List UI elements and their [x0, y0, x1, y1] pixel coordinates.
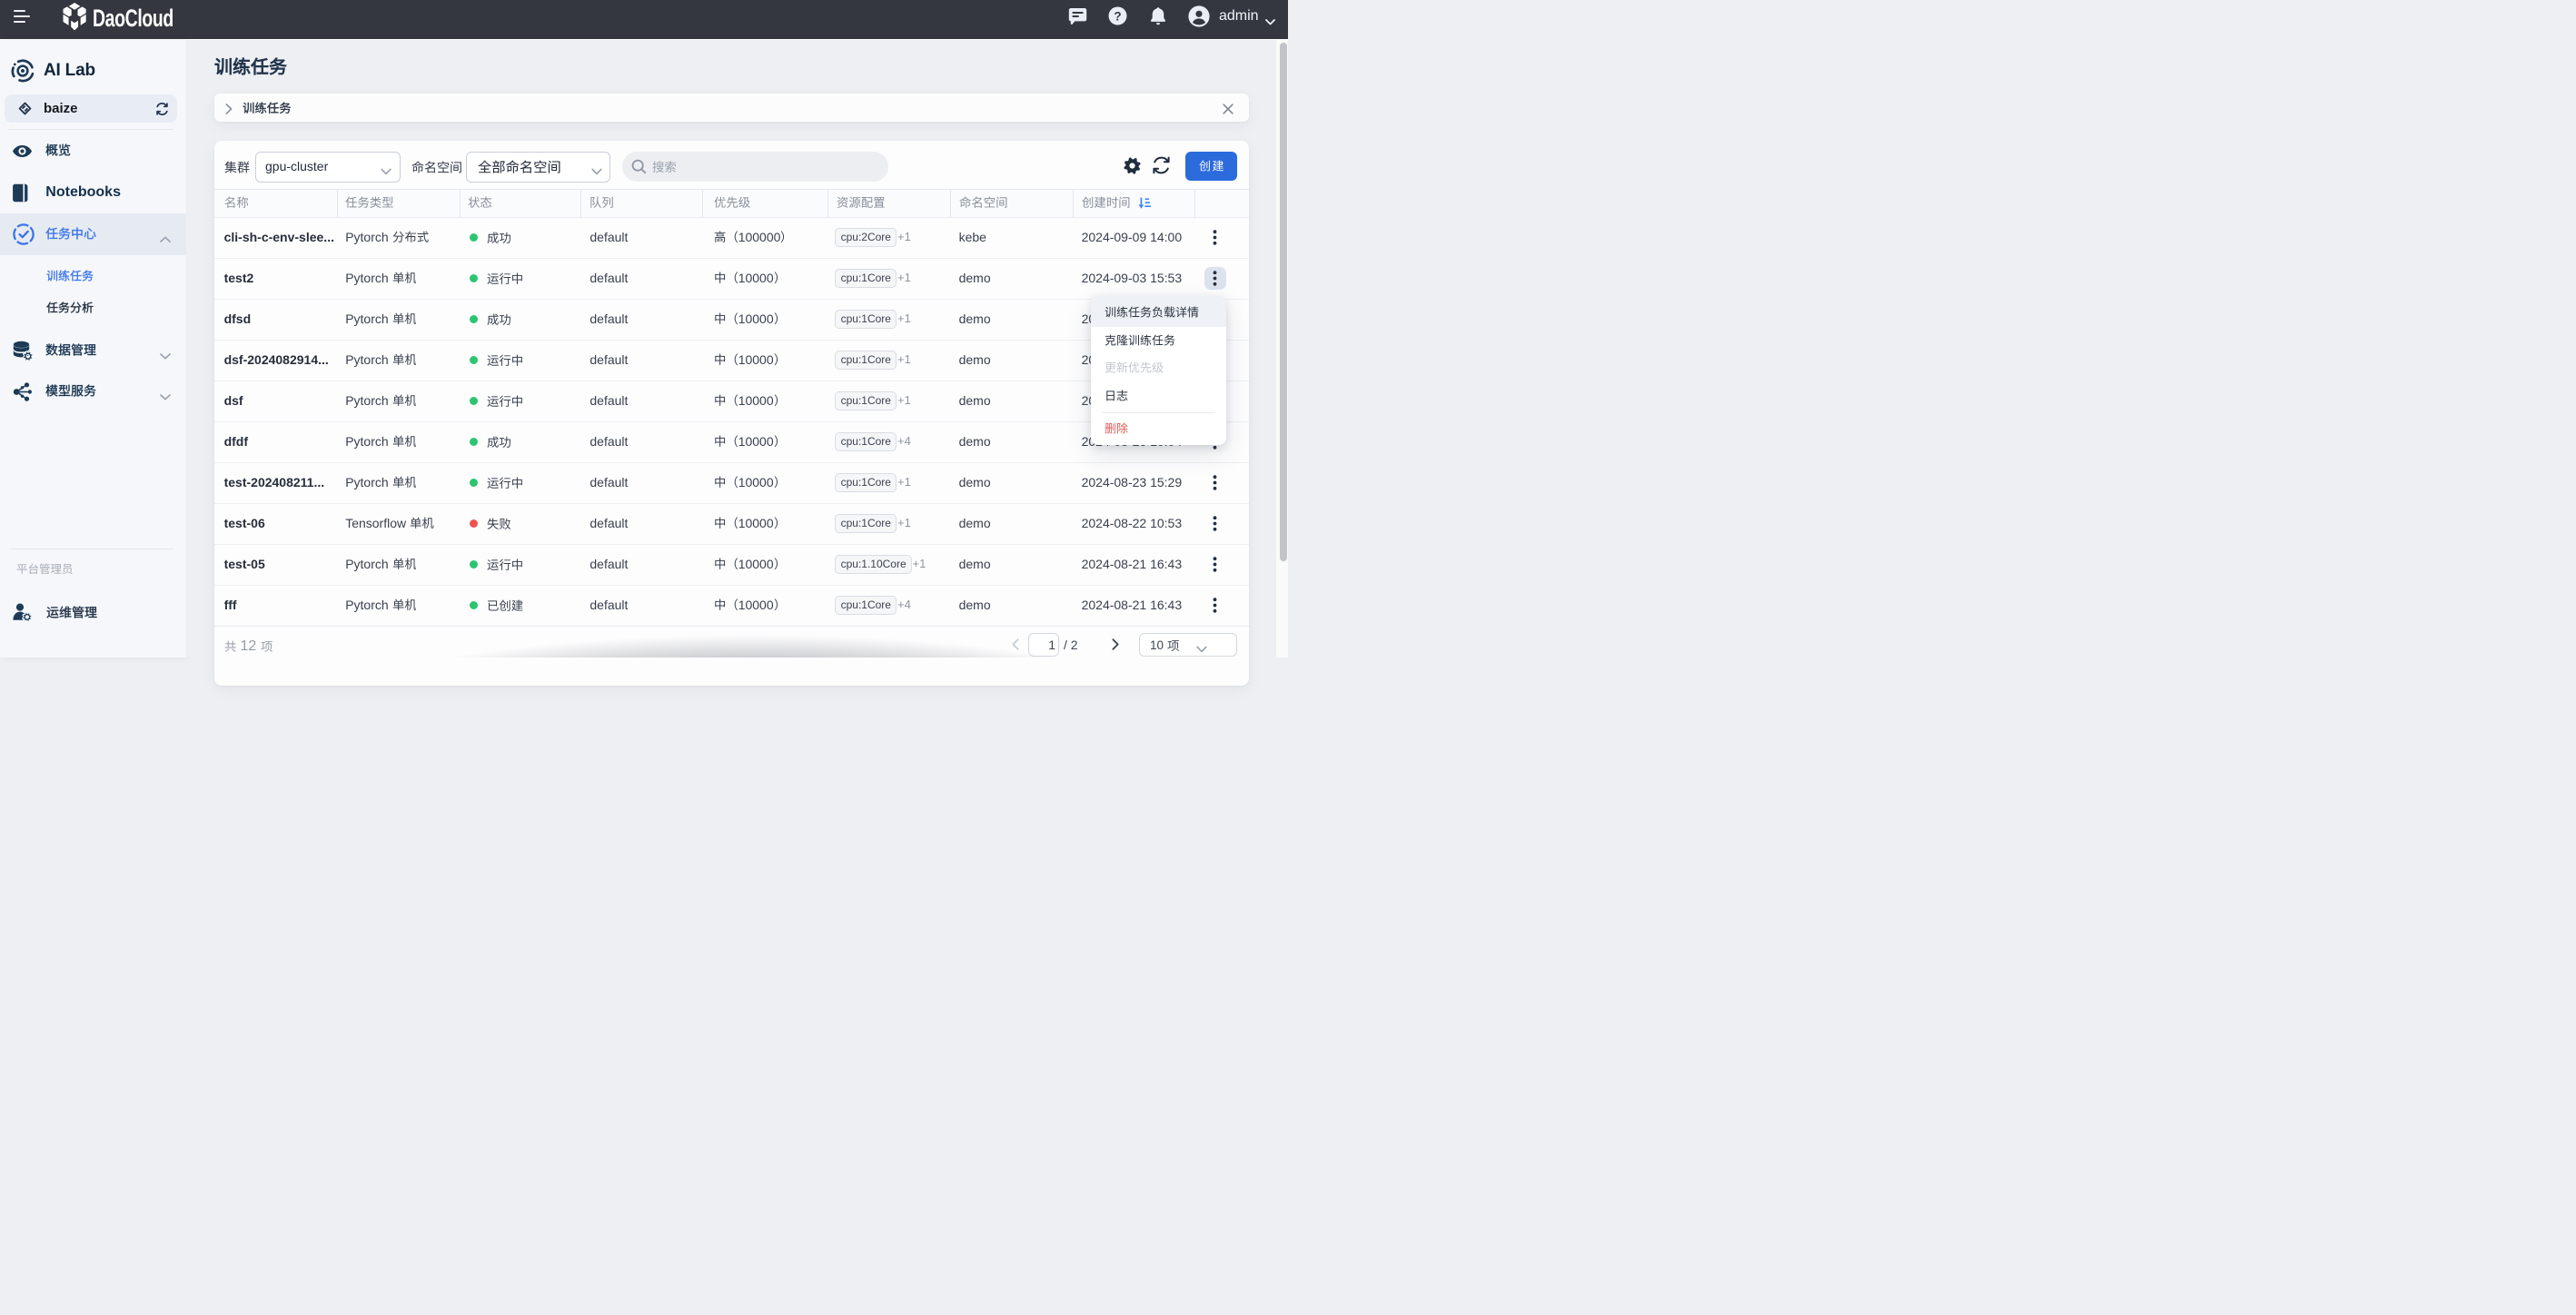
svg-text:?: ? — [1115, 9, 1122, 23]
